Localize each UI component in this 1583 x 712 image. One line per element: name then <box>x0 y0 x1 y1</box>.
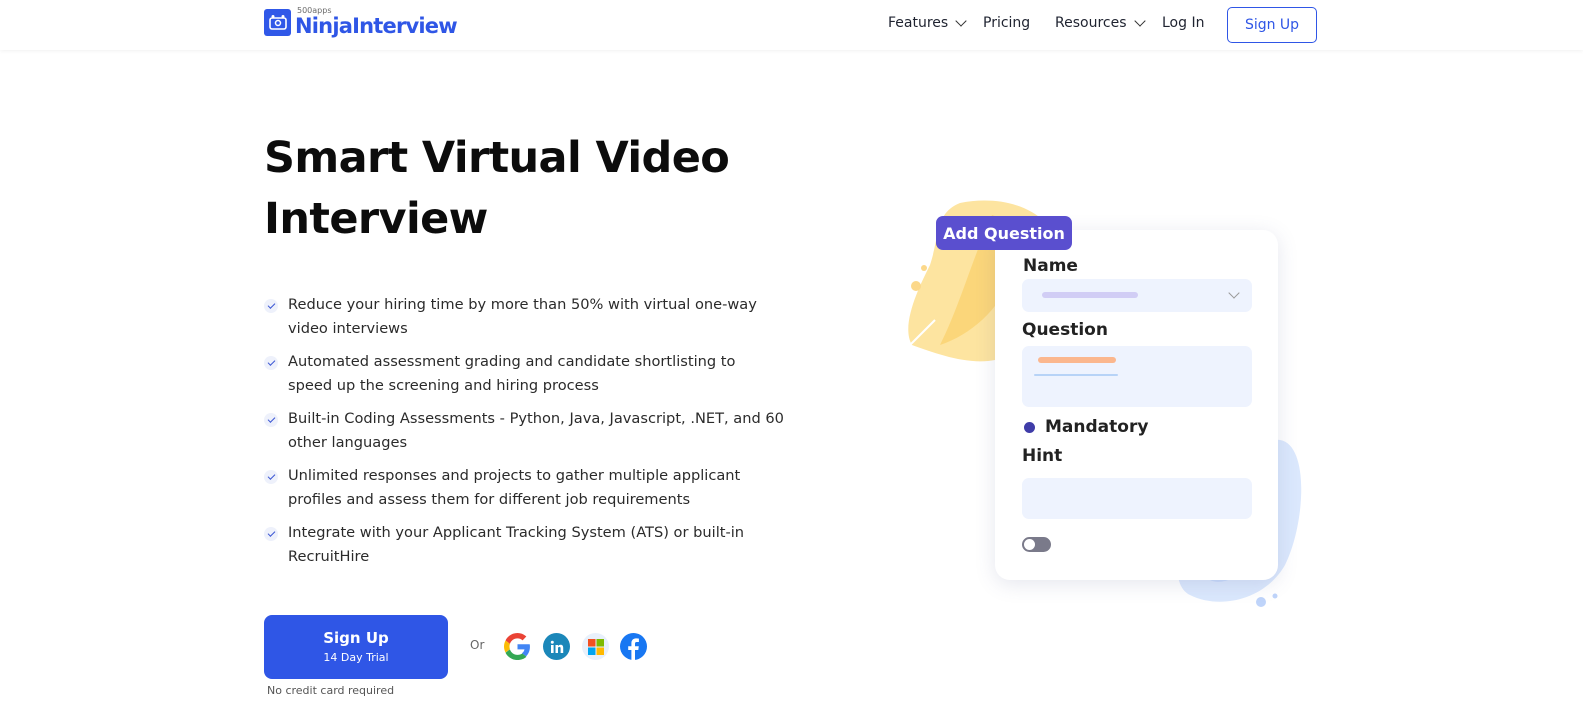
no-credit-card-note: No credit card required <box>267 684 395 697</box>
top-navbar: 500apps NinjaInterview Features Pricing … <box>0 0 1583 50</box>
feature-list: Reduce your hiring time by more than 50%… <box>264 293 784 578</box>
feature-item: Reduce your hiring time by more than 50%… <box>264 293 784 341</box>
hero-title: Smart Virtual Video Interview <box>264 128 784 250</box>
feature-text: Automated assessment grading and candida… <box>288 353 736 394</box>
nav-pricing[interactable]: Pricing <box>983 15 1030 31</box>
chevron-down-icon <box>1133 15 1146 27</box>
hint-label: Hint <box>1022 446 1063 466</box>
logo-subtitle: 500apps <box>297 6 332 15</box>
name-label: Name <box>1023 256 1078 276</box>
feature-item: Built-in Coding Assessments - Python, Ja… <box>264 407 784 455</box>
nav-login-label: Log In <box>1162 15 1205 31</box>
google-icon[interactable] <box>504 633 531 660</box>
cta-label: Sign Up <box>323 629 389 647</box>
question-label: Question <box>1022 320 1108 340</box>
hero-title-line2: Interview <box>264 194 488 244</box>
nav-resources[interactable]: Resources <box>1055 15 1146 31</box>
question-card: Name Question Mandatory Hint <box>995 230 1278 580</box>
feature-text: Unlimited responses and projects to gath… <box>288 467 741 508</box>
signup-trial-button[interactable]: Sign Up 14 Day Trial <box>264 615 448 679</box>
check-icon <box>264 413 278 427</box>
facebook-icon[interactable] <box>620 633 647 660</box>
logo-name: NinjaInterview <box>295 14 458 38</box>
header-signup-button[interactable]: Sign Up <box>1227 7 1317 43</box>
name-select <box>1022 279 1252 312</box>
linkedin-icon[interactable] <box>543 633 570 660</box>
or-separator: Or <box>470 638 485 652</box>
cta-sublabel: 14 Day Trial <box>323 651 389 664</box>
microsoft-icon[interactable] <box>582 633 609 660</box>
feature-item: Integrate with your Applicant Tracking S… <box>264 521 784 569</box>
nav-pricing-label: Pricing <box>983 15 1031 31</box>
feature-item: Automated assessment grading and candida… <box>264 350 784 398</box>
check-icon <box>264 470 278 484</box>
feature-text: Built-in Coding Assessments - Python, Ja… <box>288 410 784 451</box>
feature-item: Unlimited responses and projects to gath… <box>264 464 784 512</box>
nav-login[interactable]: Log In <box>1162 15 1204 31</box>
chevron-down-icon <box>955 15 967 27</box>
check-icon <box>264 299 278 313</box>
feature-text: Integrate with your Applicant Tracking S… <box>288 524 745 565</box>
mandatory-radio <box>1024 422 1035 433</box>
logo-icon <box>264 9 291 36</box>
check-icon <box>264 527 278 541</box>
check-icon <box>264 356 278 370</box>
hero-title-line1: Smart Virtual Video <box>264 133 730 183</box>
logo[interactable]: 500apps NinjaInterview <box>264 6 458 38</box>
toggle-switch <box>1022 537 1051 552</box>
nav-features-label: Features <box>888 15 949 31</box>
question-textarea <box>1022 346 1252 407</box>
nav-resources-label: Resources <box>1055 15 1127 31</box>
nav-features[interactable]: Features <box>888 15 967 31</box>
chevron-down-icon <box>1228 287 1240 299</box>
add-question-button: Add Question <box>936 216 1072 250</box>
feature-text: Reduce your hiring time by more than 50%… <box>288 296 757 337</box>
question-form-illustration: Name Question Mandatory Hint Add Questio… <box>900 195 1320 615</box>
hint-field <box>1022 478 1252 519</box>
mandatory-label: Mandatory <box>1045 417 1149 437</box>
